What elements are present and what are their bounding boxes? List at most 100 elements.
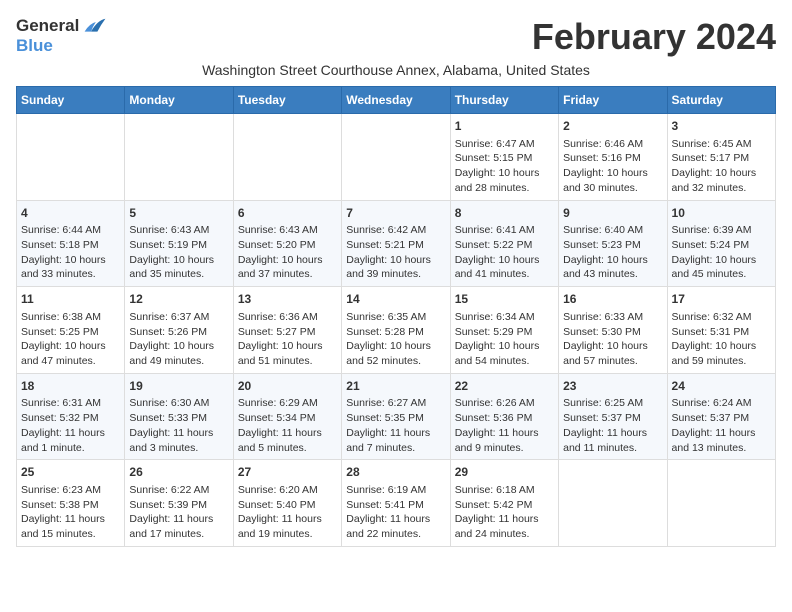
calendar-cell: 20Sunrise: 6:29 AMSunset: 5:34 PMDayligh… xyxy=(233,373,341,460)
day-of-week-header: Friday xyxy=(559,87,667,114)
day-info: Daylight: 11 hours xyxy=(129,512,228,527)
day-number: 10 xyxy=(672,205,771,222)
day-info: Sunrise: 6:43 AM xyxy=(238,223,337,238)
calendar-cell: 15Sunrise: 6:34 AMSunset: 5:29 PMDayligh… xyxy=(450,287,558,374)
day-info: Daylight: 10 hours xyxy=(672,339,771,354)
day-number: 8 xyxy=(455,205,554,222)
day-number: 23 xyxy=(563,378,662,395)
day-info: Sunrise: 6:27 AM xyxy=(346,396,445,411)
day-number: 2 xyxy=(563,118,662,135)
day-info: Sunset: 5:19 PM xyxy=(129,238,228,253)
logo-blue: Blue xyxy=(16,36,53,55)
day-info: and 7 minutes. xyxy=(346,441,445,456)
day-info: Daylight: 10 hours xyxy=(129,339,228,354)
calendar-cell xyxy=(17,114,125,201)
day-info: Sunset: 5:37 PM xyxy=(563,411,662,426)
day-info: Sunset: 5:28 PM xyxy=(346,325,445,340)
calendar-cell: 9Sunrise: 6:40 AMSunset: 5:23 PMDaylight… xyxy=(559,200,667,287)
month-title: February 2024 xyxy=(532,16,776,58)
day-number: 6 xyxy=(238,205,337,222)
calendar-cell: 24Sunrise: 6:24 AMSunset: 5:37 PMDayligh… xyxy=(667,373,775,460)
day-info: Sunrise: 6:34 AM xyxy=(455,310,554,325)
day-number: 12 xyxy=(129,291,228,308)
day-info: and 30 minutes. xyxy=(563,181,662,196)
day-info: and 22 minutes. xyxy=(346,527,445,542)
day-info: and 24 minutes. xyxy=(455,527,554,542)
calendar-cell: 8Sunrise: 6:41 AMSunset: 5:22 PMDaylight… xyxy=(450,200,558,287)
day-info: Daylight: 10 hours xyxy=(129,253,228,268)
day-info: Sunset: 5:33 PM xyxy=(129,411,228,426)
day-info: and 52 minutes. xyxy=(346,354,445,369)
calendar-cell: 3Sunrise: 6:45 AMSunset: 5:17 PMDaylight… xyxy=(667,114,775,201)
calendar-cell: 28Sunrise: 6:19 AMSunset: 5:41 PMDayligh… xyxy=(342,460,450,547)
day-info: Daylight: 10 hours xyxy=(563,339,662,354)
logo: General Blue xyxy=(16,16,107,56)
day-info: Daylight: 11 hours xyxy=(129,426,228,441)
day-info: Sunset: 5:21 PM xyxy=(346,238,445,253)
calendar-table: SundayMondayTuesdayWednesdayThursdayFrid… xyxy=(16,86,776,547)
day-info: Daylight: 10 hours xyxy=(238,253,337,268)
calendar-cell: 4Sunrise: 6:44 AMSunset: 5:18 PMDaylight… xyxy=(17,200,125,287)
day-info: and 49 minutes. xyxy=(129,354,228,369)
calendar-cell xyxy=(233,114,341,201)
day-info: and 9 minutes. xyxy=(455,441,554,456)
day-number: 21 xyxy=(346,378,445,395)
day-info: Daylight: 11 hours xyxy=(238,426,337,441)
logo-general: General xyxy=(16,16,79,36)
day-info: Sunrise: 6:37 AM xyxy=(129,310,228,325)
day-of-week-header: Monday xyxy=(125,87,233,114)
calendar-week-row: 25Sunrise: 6:23 AMSunset: 5:38 PMDayligh… xyxy=(17,460,776,547)
day-info: Sunrise: 6:32 AM xyxy=(672,310,771,325)
day-info: Sunrise: 6:41 AM xyxy=(455,223,554,238)
day-info: Sunrise: 6:38 AM xyxy=(21,310,120,325)
day-info: Sunrise: 6:44 AM xyxy=(21,223,120,238)
calendar-cell: 21Sunrise: 6:27 AMSunset: 5:35 PMDayligh… xyxy=(342,373,450,460)
day-info: Sunset: 5:16 PM xyxy=(563,151,662,166)
calendar-cell: 1Sunrise: 6:47 AMSunset: 5:15 PMDaylight… xyxy=(450,114,558,201)
day-info: Sunrise: 6:22 AM xyxy=(129,483,228,498)
calendar-week-row: 4Sunrise: 6:44 AMSunset: 5:18 PMDaylight… xyxy=(17,200,776,287)
day-number: 19 xyxy=(129,378,228,395)
day-info: and 1 minute. xyxy=(21,441,120,456)
day-info: Daylight: 11 hours xyxy=(455,426,554,441)
calendar-cell: 10Sunrise: 6:39 AMSunset: 5:24 PMDayligh… xyxy=(667,200,775,287)
day-info: and 37 minutes. xyxy=(238,267,337,282)
day-info: Sunrise: 6:19 AM xyxy=(346,483,445,498)
day-info: Daylight: 11 hours xyxy=(672,426,771,441)
day-info: Sunset: 5:22 PM xyxy=(455,238,554,253)
day-info: Daylight: 10 hours xyxy=(672,166,771,181)
day-number: 13 xyxy=(238,291,337,308)
day-info: and 59 minutes. xyxy=(672,354,771,369)
day-info: and 39 minutes. xyxy=(346,267,445,282)
calendar-week-row: 18Sunrise: 6:31 AMSunset: 5:32 PMDayligh… xyxy=(17,373,776,460)
day-info: and 35 minutes. xyxy=(129,267,228,282)
day-number: 4 xyxy=(21,205,120,222)
day-of-week-header: Saturday xyxy=(667,87,775,114)
day-info: Sunrise: 6:24 AM xyxy=(672,396,771,411)
calendar-cell: 23Sunrise: 6:25 AMSunset: 5:37 PMDayligh… xyxy=(559,373,667,460)
day-info: Sunset: 5:30 PM xyxy=(563,325,662,340)
day-info: and 47 minutes. xyxy=(21,354,120,369)
day-number: 7 xyxy=(346,205,445,222)
day-info: Sunrise: 6:29 AM xyxy=(238,396,337,411)
day-info: Sunset: 5:34 PM xyxy=(238,411,337,426)
calendar-week-row: 1Sunrise: 6:47 AMSunset: 5:15 PMDaylight… xyxy=(17,114,776,201)
day-number: 9 xyxy=(563,205,662,222)
calendar-cell: 17Sunrise: 6:32 AMSunset: 5:31 PMDayligh… xyxy=(667,287,775,374)
day-number: 11 xyxy=(21,291,120,308)
day-info: Daylight: 11 hours xyxy=(346,512,445,527)
day-info: Sunrise: 6:18 AM xyxy=(455,483,554,498)
calendar-cell: 7Sunrise: 6:42 AMSunset: 5:21 PMDaylight… xyxy=(342,200,450,287)
day-info: Sunset: 5:36 PM xyxy=(455,411,554,426)
calendar-cell: 2Sunrise: 6:46 AMSunset: 5:16 PMDaylight… xyxy=(559,114,667,201)
day-info: Daylight: 11 hours xyxy=(563,426,662,441)
day-info: Sunset: 5:25 PM xyxy=(21,325,120,340)
day-info: and 43 minutes. xyxy=(563,267,662,282)
calendar-cell xyxy=(559,460,667,547)
day-info: Daylight: 10 hours xyxy=(455,339,554,354)
day-info: Sunrise: 6:40 AM xyxy=(563,223,662,238)
calendar-cell xyxy=(667,460,775,547)
calendar-cell: 19Sunrise: 6:30 AMSunset: 5:33 PMDayligh… xyxy=(125,373,233,460)
day-info: Sunrise: 6:35 AM xyxy=(346,310,445,325)
calendar-cell xyxy=(125,114,233,201)
